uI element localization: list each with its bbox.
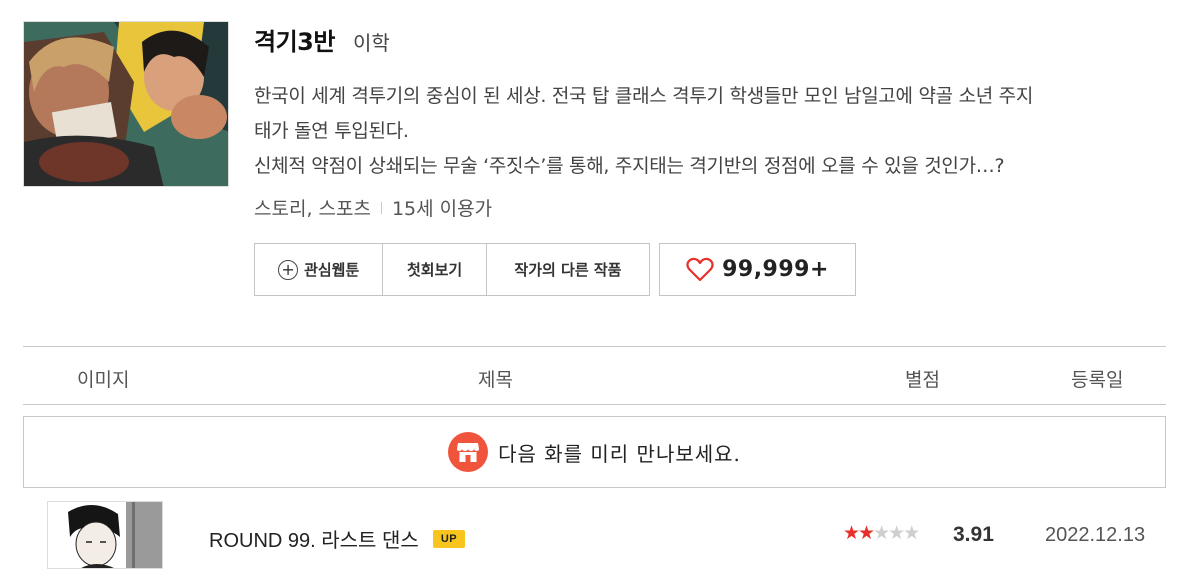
header-date: 등록일 [1071,369,1124,391]
description-line: 신체적 약점이 상쇄되는 무술 ‘주짓수’를 통해, 주지태는 격기반의 정점에… [254,155,1005,177]
store-icon [448,432,489,472]
title-row: 격기3반 이학 [254,22,1174,57]
other-works-label: 작가의 다른 작품 [514,261,622,279]
episode-table-header: 이미지 제목 별점 등록일 [23,346,1166,405]
preview-banner[interactable]: 다음 화를 미리 만나보세요. [23,416,1166,488]
webtoon-info: 격기3반 이학 한국이 세계 격투기의 중심이 된 세상. 전국 탑 클래스 격… [254,22,1174,221]
header-rating: 별점 [905,369,940,391]
episode-title: ROUND 99. 라스트 댄스 [209,530,419,552]
first-episode-label: 첫회보기 [406,261,463,279]
genre-label: 스토리, 스포츠 [254,198,371,220]
favorite-label: 관심웹툰 [304,261,360,279]
episode-rating: 3.91 [953,523,994,546]
star-empty-icon: ★ [873,522,890,544]
episode-title-link[interactable]: ROUND 99. 라스트 댄스 UP [209,524,466,553]
plus-circle-icon: + [278,259,299,280]
up-badge: UP [432,529,466,548]
star-empty-icon: ★ [903,522,920,544]
star-filled-icon: ★ [858,522,875,544]
webtoon-thumbnail[interactable] [23,21,229,187]
like-count: 99,999+ [722,257,829,282]
other-works-button[interactable]: 작가의 다른 작품 [487,244,649,295]
star-rating: ★★★★★ [843,522,920,544]
age-rating: 15세 이용가 [391,198,493,220]
genre-row: 스토리, 스포츠 15세 이용가 [254,194,1174,221]
author-name[interactable]: 이학 [353,27,390,56]
description-line: 한국이 세계 격투기의 중심이 된 세상. 전국 탑 클래스 격투기 학생들만 … [254,85,1034,107]
heart-icon [686,257,714,282]
webtoon-title: 격기3반 [254,28,335,56]
preview-text: 다음 화를 미리 만나보세요. [498,441,741,466]
like-button[interactable]: 99,999+ [659,243,856,296]
action-button-group: + 관심웹툰 첫회보기 작가의 다른 작품 [254,243,650,296]
header-title: 제목 [478,369,513,391]
header-image: 이미지 [77,369,130,391]
favorite-button[interactable]: + 관심웹툰 [255,244,384,295]
table-row[interactable]: ROUND 99. 라스트 댄스 UP ★★★★★ 3.91 2022.12.1… [23,498,1166,573]
episode-date: 2022.12.13 [1045,524,1146,546]
star-filled-icon: ★ [843,522,860,544]
separator [380,201,382,214]
webtoon-description: 한국이 세계 격투기의 중심이 된 세상. 전국 탑 클래스 격투기 학생들만 … [254,79,1174,184]
star-empty-icon: ★ [888,522,905,544]
episode-thumbnail[interactable] [47,501,163,569]
description-line: 태가 돌연 투입된다. [254,120,409,142]
first-episode-button[interactable]: 첫회보기 [383,244,487,295]
